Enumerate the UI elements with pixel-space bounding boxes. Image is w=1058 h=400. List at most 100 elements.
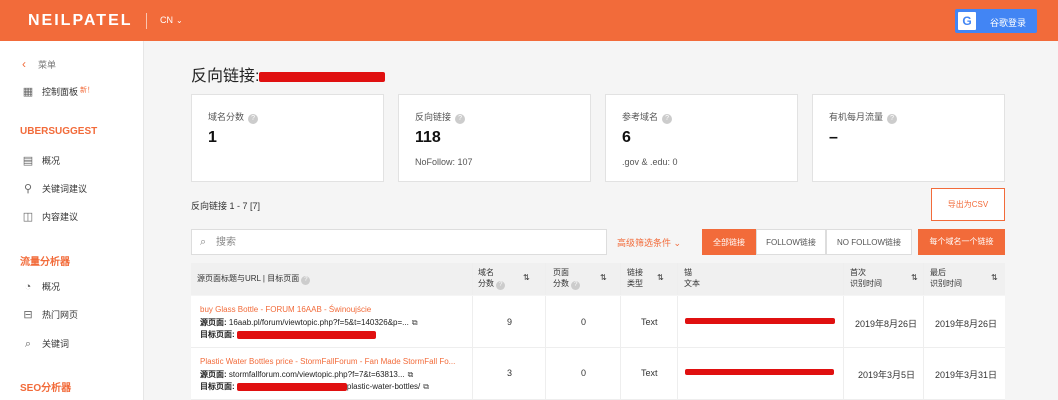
column-header-domain-score[interactable]: 域名 分数 ? [478, 267, 506, 290]
column-header-anchor[interactable]: 锚文本 [684, 267, 700, 289]
sidebar-item-overview[interactable]: ▤ 概况 [20, 154, 60, 167]
language-label: CN [160, 15, 173, 25]
external-link-icon[interactable]: ⧉ [408, 370, 414, 379]
sort-icon[interactable]: ⇅ [657, 272, 664, 283]
google-icon: G [958, 12, 976, 30]
chevron-down-icon: ⌄ [673, 238, 682, 248]
stat-value: 6 [622, 129, 631, 146]
export-csv-button[interactable]: 导出为CSV [931, 188, 1005, 221]
one-link-per-domain-button[interactable]: 每个域名一个链接 [918, 229, 1005, 255]
gauge-icon: ◔ [24, 281, 32, 293]
filter-all-links[interactable]: 全部链接 [702, 229, 756, 255]
sort-icon[interactable]: ⇅ [911, 272, 918, 283]
column-header-page-score[interactable]: 页面 分数 ? [553, 267, 581, 290]
help-icon[interactable]: ? [662, 114, 673, 124]
search-box: ⌕ [191, 229, 607, 255]
external-link-icon[interactable]: ⧉ [423, 382, 429, 391]
search-input[interactable] [216, 235, 596, 250]
chevron-left-icon: ‹ [22, 57, 26, 71]
divider [146, 13, 147, 29]
help-icon[interactable]: ? [248, 114, 259, 124]
last-seen-value: 2019年3月31日 [935, 370, 998, 380]
link-type-value: Text [641, 317, 658, 327]
redacted-anchor [685, 318, 835, 324]
sort-icon[interactable]: ⇅ [600, 272, 607, 283]
sidebar-item-label: 概况 [42, 282, 61, 292]
page-score-value: 0 [581, 317, 587, 327]
domain-score-value: 9 [507, 317, 513, 327]
help-icon: ? [496, 281, 506, 290]
column-header-last-seen[interactable]: 最后 识别时间 [930, 267, 962, 289]
first-seen-value: 2019年8月26日 [855, 319, 918, 329]
logo[interactable]: NEILPATEL [28, 12, 133, 30]
column-header-link-type[interactable]: 链接 类型 [627, 267, 643, 289]
help-icon[interactable]: ? [455, 114, 466, 124]
sidebar-item-label: 热门网页 [42, 310, 79, 320]
target-url: 目标页面: [200, 329, 376, 340]
help-icon[interactable]: ? [887, 114, 898, 124]
domain-score-value: 3 [507, 368, 513, 378]
sidebar-item-top-pages[interactable]: ⊟ 热门网页 [20, 308, 78, 321]
stat-label: 域名分数 [208, 112, 245, 122]
pages-icon: ⊟ [23, 309, 33, 321]
sidebar-item-label: 关键词建议 [42, 184, 88, 194]
help-icon: ? [571, 281, 581, 290]
sort-icon[interactable]: ⇅ [991, 272, 998, 283]
sort-icon[interactable]: ⇅ [523, 272, 530, 283]
help-icon: ? [301, 276, 311, 285]
table-row: Plastic Water Bottles price - StormFallF… [191, 348, 1005, 400]
filter-follow-links[interactable]: FOLLOW链接 [756, 229, 826, 255]
sidebar-heading-traffic: 流量分析器 [20, 257, 70, 268]
stat-card-referring-domains: 参考域名? 6 .gov & .edu: 0 [605, 94, 798, 182]
external-link-icon[interactable]: ⧉ [412, 318, 418, 327]
stat-value: 1 [208, 129, 217, 146]
dashboard-icon: ▦ [22, 86, 34, 98]
first-seen-value: 2019年3月5日 [858, 370, 916, 380]
column-header-first-seen[interactable]: 首次 识别时间 [850, 267, 882, 289]
sidebar-item-dashboard[interactable]: ▦ 控制面板 新！ [20, 85, 94, 98]
redacted-domain [259, 71, 386, 82]
sidebar-item-content-ideas[interactable]: ◫ 内容建议 [20, 210, 78, 223]
redacted-target [236, 330, 376, 339]
sidebar-item-traffic-overview[interactable]: ◔ 概况 [20, 280, 60, 293]
link-type-value: Text [641, 368, 658, 378]
search-icon: ⌕ [200, 236, 207, 248]
sidebar-item-keyword-ideas[interactable]: ⚲ 关键词建议 [20, 182, 87, 195]
source-url: 源页面: 16aab.pl/forum/viewtopic.php?f=5&t=… [200, 318, 418, 327]
advanced-filter-button[interactable]: 高级筛选条件 ⌄ [617, 236, 681, 249]
sidebar-item-label: 控制面板 [42, 87, 79, 97]
stat-card-domain-score: 域名分数? 1 [191, 94, 384, 182]
google-login-button[interactable]: G 谷歌登录 [955, 9, 1037, 33]
sidebar-item-keywords[interactable]: ⌕ 关键词 [20, 337, 69, 351]
stat-sub: NoFollow: 107 [415, 157, 473, 167]
target-url-suffix[interactable]: plastic-water-bottles/ [347, 382, 420, 391]
redacted-anchor [685, 369, 834, 375]
advanced-filter-label: 高级筛选条件 [617, 238, 672, 248]
stat-card-backlinks: 反向链接? 118 NoFollow: 107 [398, 94, 591, 182]
keyword-search-icon: ⌕ [24, 338, 32, 350]
sidebar-back-label: 菜单 [38, 60, 57, 70]
stat-value: 118 [415, 129, 441, 146]
source-url-link[interactable]: stormfallforum.com/viewtopic.php?f=7&t=6… [229, 370, 405, 379]
stat-value: – [829, 129, 838, 146]
page-title-text: 反向链接: [191, 68, 260, 85]
stat-sub: .gov & .edu: 0 [622, 157, 678, 167]
sidebar: ‹ 菜单 ▦ 控制面板 新！ UBERSUGGEST ▤ 概况 ⚲ 关键词建议 ◫ 内容建议… [0, 41, 144, 400]
language-select[interactable]: CN ⌄ [160, 15, 183, 25]
sidebar-back[interactable]: ‹ 菜单 [22, 57, 56, 71]
filter-nofollow-links[interactable]: NO FOLLOW链接 [826, 229, 912, 255]
last-seen-value: 2019年8月26日 [935, 319, 998, 329]
source-title-link[interactable]: buy Glass Bottle - FORUM 16AAB - Świnouj… [200, 305, 371, 314]
sidebar-heading-seo: SEO分析器 [20, 383, 72, 394]
chart-icon: ▤ [22, 155, 34, 167]
page-title: 反向链接: [191, 62, 386, 86]
source-title-link[interactable]: Plastic Water Bottles price - StormFallF… [200, 357, 455, 366]
top-bar: NEILPATEL CN ⌄ G 谷歌登录 [0, 0, 1058, 41]
sidebar-item-label: 关键词 [42, 339, 70, 349]
stat-label: 参考域名 [622, 112, 659, 122]
sidebar-item-label: 内容建议 [42, 212, 79, 222]
google-login-label: 谷歌登录 [990, 18, 1027, 28]
source-url-link[interactable]: 16aab.pl/forum/viewtopic.php?f=5&t=14032… [229, 318, 409, 327]
target-url: 目标页面: plastic-water-bottles/⧉ [200, 382, 429, 391]
column-header-source[interactable]: 源页面标题与URL | 目标页面 ? [197, 273, 311, 285]
